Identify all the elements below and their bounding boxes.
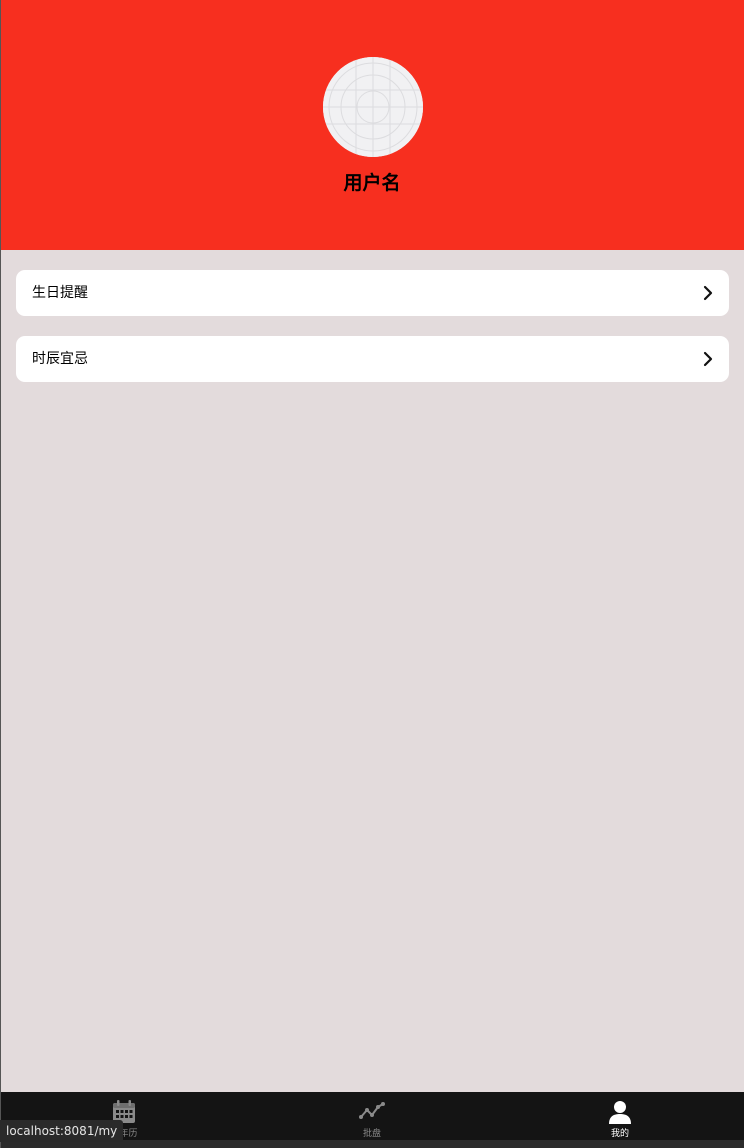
chevron-right-icon [703, 285, 713, 301]
avatar[interactable] [323, 57, 423, 157]
tab-chart[interactable]: 批盘 [312, 1092, 432, 1140]
user-icon [609, 1101, 631, 1124]
tab-label: 我的 [610, 1129, 629, 1139]
menu-item-hour-auspicious[interactable]: 时辰宜忌 [16, 336, 729, 382]
tab-label: 批盘 [362, 1129, 381, 1139]
username: 用户名 [343, 172, 401, 194]
chevron-right-icon [703, 351, 713, 367]
menu-item-label: 时辰宜忌 [32, 351, 88, 367]
profile-header: 用户名 [0, 0, 744, 250]
avatar-placeholder-icon [323, 57, 423, 157]
window-left-border [0, 0, 1, 1148]
tab-mine[interactable]: 我的 [560, 1092, 680, 1140]
trend-line-icon [359, 1102, 385, 1119]
status-url: localhost:8081/my [0, 1120, 124, 1142]
menu-item-birthday-reminder[interactable]: 生日提醒 [16, 270, 729, 316]
menu-item-label: 生日提醒 [32, 285, 88, 301]
